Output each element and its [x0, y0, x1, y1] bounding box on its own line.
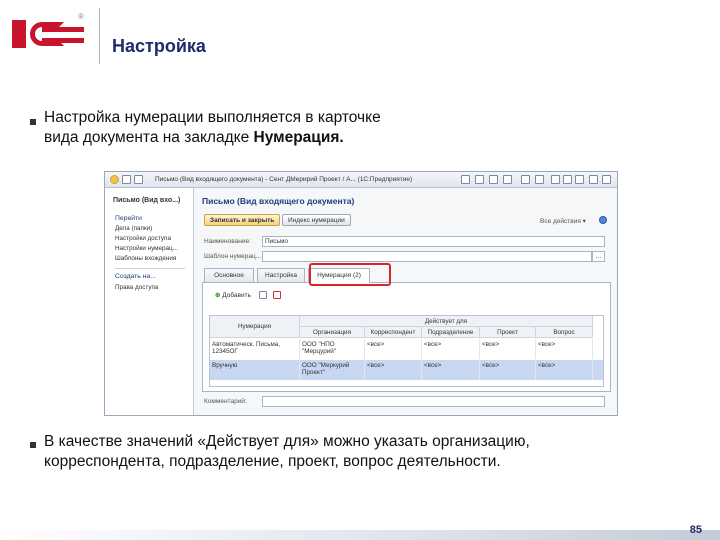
window-titlebar: Письмо (Вид входящего документа) - Сент …	[105, 172, 617, 188]
sidebar-group-goto: Перейти	[115, 215, 142, 222]
sidebar-separator	[115, 268, 185, 269]
cell-project: <все>	[480, 339, 536, 359]
navigation-panel: Письмо (Вид вхо...) Перейти Дела (папки)…	[105, 188, 194, 415]
col-numbering[interactable]: Нумерация	[210, 316, 300, 338]
add-button-label: Добавить	[222, 292, 251, 299]
footer-gradient	[0, 530, 720, 540]
window-title: Письмо (Вид входящего документа) - Сент …	[155, 176, 413, 183]
app-window-screenshot: Письмо (Вид входящего документа) - Сент …	[104, 171, 618, 416]
bullet-1-line-1: Настройка нумерации выполняется в карточ…	[44, 109, 381, 126]
cell-organization: ООО "Меркурий Проект"	[300, 360, 365, 380]
cell-numbering: Автоматическ. Письма, 12345ОГ	[210, 339, 300, 359]
m-icon[interactable]	[551, 175, 560, 184]
link-icon[interactable]	[461, 175, 470, 184]
add-button[interactable]: ⊕ Добавить	[209, 289, 257, 300]
numbering-table: Нумерация Действует для Организация Корр…	[209, 315, 604, 387]
bullet-marker	[30, 442, 36, 448]
bullet-2: В качестве значений «Действует для» можн…	[44, 432, 530, 472]
bullet-1: Настройка нумерации выполняется в карточ…	[44, 108, 381, 148]
calendar-icon[interactable]	[535, 175, 544, 184]
star-icon[interactable]	[475, 175, 484, 184]
edit-icon[interactable]	[259, 291, 267, 299]
help-icon[interactable]	[599, 216, 607, 224]
cell-question: <все>	[536, 339, 593, 359]
cell-organization: ООО "НПО "Мерцурий"	[300, 339, 365, 359]
template-label: Шаблон нумерац...	[204, 253, 262, 260]
name-label: Наименование:	[204, 238, 251, 245]
delete-icon[interactable]	[273, 291, 281, 299]
close-icon[interactable]	[602, 175, 611, 184]
back-icon[interactable]	[122, 175, 131, 184]
sidebar-item-templates[interactable]: Шаблоны вхождения	[115, 255, 176, 262]
app-icon	[110, 175, 119, 184]
col-question[interactable]: Вопрос	[536, 327, 593, 338]
bullet-1-bold: Нумерация.	[253, 129, 344, 146]
sidebar-heading: Письмо (Вид вхо...)	[113, 197, 181, 204]
sidebar-item-rights[interactable]: Права доступа	[115, 284, 158, 291]
header-divider	[99, 8, 100, 64]
calc-icon[interactable]	[521, 175, 530, 184]
1c-logo: ®	[12, 12, 84, 52]
document-title: Письмо (Вид входящего документа)	[202, 196, 355, 206]
cell-correspondent: <все>	[365, 360, 422, 380]
sidebar-group-create: Создать на...	[115, 273, 156, 280]
bullet-2-line-1: В качестве значений «Действует для» можн…	[44, 433, 530, 450]
select-button[interactable]: …	[592, 251, 605, 262]
minimize-icon[interactable]	[589, 175, 598, 184]
bullet-1-line-2: вида документа на закладке Нумерация.	[44, 128, 381, 148]
cell-question: <все>	[536, 360, 593, 380]
numbering-index-button[interactable]: Индекс нумерации	[282, 214, 351, 226]
registered-mark: ®	[78, 12, 84, 21]
copy-icon[interactable]	[489, 175, 498, 184]
bullet-1-text: вида документа на закладке	[44, 129, 254, 146]
form-area: Письмо (Вид входящего документа) Записат…	[194, 188, 617, 415]
col-organization[interactable]: Организация	[300, 327, 365, 338]
all-actions-menu[interactable]: Все действия ▾	[540, 217, 586, 225]
m-plus-icon[interactable]	[563, 175, 572, 184]
col-department[interactable]: Подразделение	[422, 327, 480, 338]
numbering-panel: ⊕ Добавить Нумерация Действует для Орган…	[202, 283, 611, 392]
comment-label: Комментарий:	[204, 398, 247, 405]
m-minus-icon[interactable]	[575, 175, 584, 184]
sidebar-item-access[interactable]: Настройки доступа	[115, 235, 171, 242]
sidebar-item-numbering[interactable]: Настройки нумерац...	[115, 245, 178, 252]
logo-bar-bottom	[42, 38, 84, 43]
cell-department: <все>	[422, 360, 480, 380]
tab-bar: Основное Настройка Нумерация (2)	[202, 268, 611, 283]
bullet-2-line-2: корреспондента, подразделение, проект, в…	[44, 453, 501, 470]
logo-one-glyph	[12, 20, 26, 48]
plus-icon: ⊕	[215, 292, 221, 299]
cell-numbering: Вручную	[210, 360, 300, 380]
cell-project: <все>	[480, 360, 536, 380]
slide-title: Настройка	[112, 36, 206, 56]
template-field[interactable]	[262, 251, 592, 262]
forward-icon[interactable]	[134, 175, 143, 184]
cell-department: <все>	[422, 339, 480, 359]
sidebar-item-folders[interactable]: Дела (папки)	[115, 225, 152, 232]
col-project[interactable]: Проект	[480, 327, 536, 338]
tab-settings[interactable]: Настройка	[257, 268, 305, 282]
print-icon[interactable]	[503, 175, 512, 184]
save-close-button[interactable]: Записать и закрыть	[204, 214, 281, 226]
tab-main[interactable]: Основное	[204, 268, 254, 282]
col-correspondent[interactable]: Корреспондент	[365, 327, 422, 338]
numbering-tab-highlight	[309, 263, 391, 286]
bullet-marker	[30, 119, 36, 125]
comment-field[interactable]	[262, 396, 605, 407]
col-group-valid-for: Действует для	[300, 316, 593, 327]
name-field[interactable]: Письмо	[262, 236, 605, 247]
logo-bar-top	[42, 27, 84, 32]
page-number: 85	[689, 524, 702, 536]
cell-correspondent: <все>	[365, 339, 422, 359]
